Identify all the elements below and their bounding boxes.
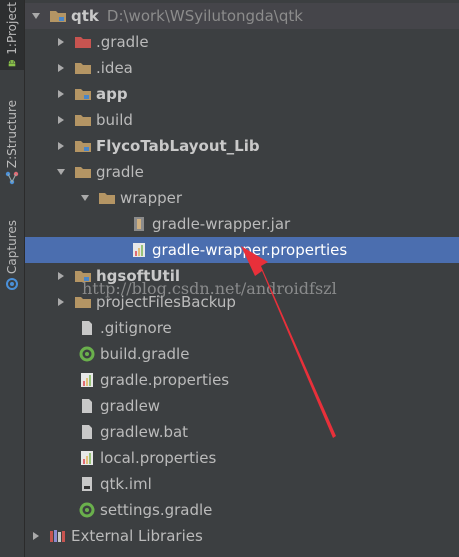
chevron-right-icon[interactable]	[54, 87, 68, 101]
item-label: qtk.iml	[100, 475, 152, 493]
tree-root[interactable]: qtk D:\work\WSyilutongda\qtk	[25, 3, 459, 29]
chevron-right-icon[interactable]	[54, 269, 68, 283]
item-label: local.properties	[100, 449, 217, 467]
folder-icon	[74, 164, 92, 180]
item-label: gradlew	[100, 397, 161, 415]
jar-file-icon	[130, 216, 148, 232]
tab-structure-label: Z:Structure	[5, 100, 19, 169]
tree-item[interactable]: gradle	[25, 159, 459, 185]
tree-item-external-libraries[interactable]: External Libraries	[25, 523, 459, 549]
item-label: projectFilesBackup	[96, 293, 236, 311]
folder-icon	[74, 294, 92, 310]
tree-item[interactable]: FlycoTabLayout_Lib	[25, 133, 459, 159]
structure-icon	[5, 171, 19, 185]
tab-captures-label: Captures	[5, 220, 19, 274]
item-label: wrapper	[120, 189, 183, 207]
item-label: gradle	[96, 163, 144, 181]
text-file-icon	[78, 398, 96, 414]
module-folder-icon	[74, 138, 92, 154]
chevron-right-icon[interactable]	[29, 529, 43, 543]
text-file-icon	[78, 424, 96, 440]
text-file-icon	[78, 320, 96, 336]
chevron-right-icon[interactable]	[54, 139, 68, 153]
tab-structure[interactable]: Z:Structure	[0, 100, 24, 195]
tab-captures[interactable]: Captures	[0, 220, 24, 300]
gradle-file-icon	[78, 346, 96, 362]
tree-item[interactable]: gradle.properties	[25, 367, 459, 393]
item-label: build.gradle	[100, 345, 190, 363]
chevron-right-icon[interactable]	[54, 35, 68, 49]
item-label: build	[96, 111, 133, 129]
tree-item[interactable]: local.properties	[25, 445, 459, 471]
captures-icon	[6, 277, 18, 290]
chevron-right-icon[interactable]	[54, 113, 68, 127]
tab-project[interactable]: 1:Project	[0, 0, 24, 70]
module-folder-icon	[49, 8, 67, 24]
tree-item[interactable]: settings.gradle	[25, 497, 459, 523]
chevron-right-icon[interactable]	[54, 295, 68, 309]
root-path: D:\work\WSyilutongda\qtk	[106, 7, 303, 25]
tree-item[interactable]: wrapper	[25, 185, 459, 211]
iml-file-icon	[78, 476, 96, 492]
properties-file-icon	[130, 242, 148, 258]
tree-item-selected[interactable]: gradle-wrapper.properties	[25, 237, 459, 263]
tree-item[interactable]: gradlew	[25, 393, 459, 419]
item-label: .idea	[96, 59, 133, 77]
android-icon	[8, 59, 16, 67]
chevron-down-icon[interactable]	[78, 191, 92, 205]
item-label: app	[96, 85, 128, 103]
gradle-file-icon	[78, 502, 96, 518]
tree-item[interactable]: build.gradle	[25, 341, 459, 367]
tree-item[interactable]: build	[25, 107, 459, 133]
tree-item[interactable]: projectFilesBackup	[25, 289, 459, 315]
item-label: gradle-wrapper.properties	[152, 241, 348, 259]
chevron-right-icon[interactable]	[54, 61, 68, 75]
item-label: settings.gradle	[100, 501, 213, 519]
item-label: gradlew.bat	[100, 423, 189, 441]
root-label: qtk	[71, 7, 99, 25]
item-label: .gradle	[96, 33, 149, 51]
tree-item[interactable]: hgsoftUtil	[25, 263, 459, 289]
folder-icon	[74, 112, 92, 128]
properties-file-icon	[78, 450, 96, 466]
item-label: hgsoftUtil	[96, 267, 180, 285]
tree-item[interactable]: .gradle	[25, 29, 459, 55]
libraries-icon	[49, 528, 67, 544]
chevron-down-icon[interactable]	[29, 9, 43, 23]
item-label: FlycoTabLayout_Lib	[96, 137, 260, 155]
tree-item[interactable]: qtk.iml	[25, 471, 459, 497]
tree-item[interactable]: .idea	[25, 55, 459, 81]
tree-item[interactable]: gradle-wrapper.jar	[25, 211, 459, 237]
module-folder-icon	[74, 268, 92, 284]
project-tree: qtk D:\work\WSyilutongda\qtk .gradle .id…	[25, 0, 459, 557]
properties-file-icon	[78, 372, 96, 388]
tool-window-strip: 1:Project Z:Structure Captures	[0, 0, 25, 557]
tree-item[interactable]: gradlew.bat	[25, 419, 459, 445]
item-label: gradle.properties	[100, 371, 230, 389]
folder-icon	[98, 190, 116, 206]
module-folder-icon	[74, 86, 92, 102]
excluded-folder-icon	[74, 34, 92, 50]
chevron-down-icon[interactable]	[54, 165, 68, 179]
item-label: gradle-wrapper.jar	[152, 215, 291, 233]
item-label: .gitignore	[100, 319, 172, 337]
tree-item[interactable]: .gitignore	[25, 315, 459, 341]
tab-project-label: 1:Project	[5, 2, 19, 55]
item-label: External Libraries	[71, 527, 203, 545]
tree-item[interactable]: app	[25, 81, 459, 107]
folder-icon	[74, 60, 92, 76]
